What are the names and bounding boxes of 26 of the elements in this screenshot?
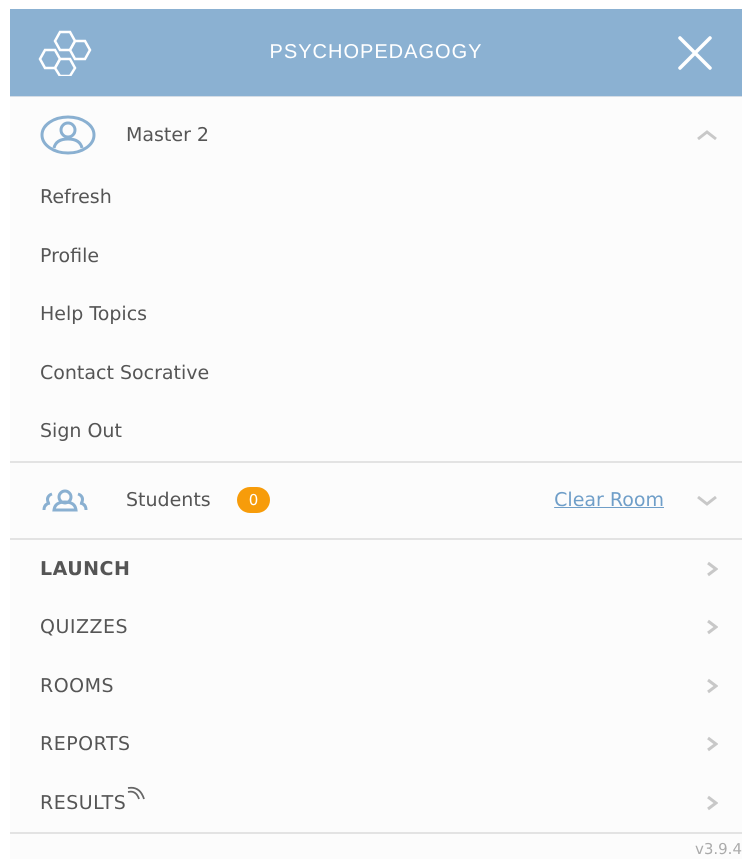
chevron-icon[interactable] bbox=[696, 494, 718, 506]
nav-item[interactable]: ROOMS bbox=[40, 674, 114, 697]
chevron-right-icon[interactable] bbox=[706, 560, 718, 577]
account-name[interactable]: Master 2 bbox=[126, 124, 696, 146]
chevron-right-icon[interactable] bbox=[706, 794, 718, 811]
chevron-right-icon[interactable] bbox=[706, 736, 718, 752]
group-icon bbox=[40, 488, 90, 512]
student-count-badge: 0 bbox=[236, 487, 270, 513]
students-label[interactable]: Students bbox=[126, 489, 211, 511]
chevron-icon[interactable] bbox=[696, 129, 718, 141]
nav-item[interactable]: RESULTS bbox=[40, 792, 126, 814]
menu-item[interactable]: Help Topics bbox=[40, 303, 148, 326]
nav-item[interactable]: REPORTS bbox=[40, 733, 131, 756]
menu-item[interactable]: Profile bbox=[40, 244, 100, 267]
menu-item[interactable]: Refresh bbox=[40, 186, 112, 208]
hexagon-network-icon[interactable] bbox=[38, 30, 94, 76]
version-label: v3.9.4 bbox=[694, 840, 742, 858]
menu-item[interactable]: Sign Out bbox=[40, 420, 122, 442]
close-icon[interactable] bbox=[678, 36, 712, 70]
nav-item[interactable]: LAUNCH bbox=[40, 558, 130, 580]
nav-item[interactable]: QUIZZES bbox=[40, 616, 128, 638]
chevron-right-icon[interactable] bbox=[706, 678, 718, 694]
user-avatar-icon bbox=[40, 115, 96, 155]
app-title: PSYCHOPEDAGOGY bbox=[268, 41, 484, 64]
chevron-right-icon[interactable] bbox=[706, 619, 718, 636]
menu-item[interactable]: Contact Socrative bbox=[40, 362, 210, 384]
